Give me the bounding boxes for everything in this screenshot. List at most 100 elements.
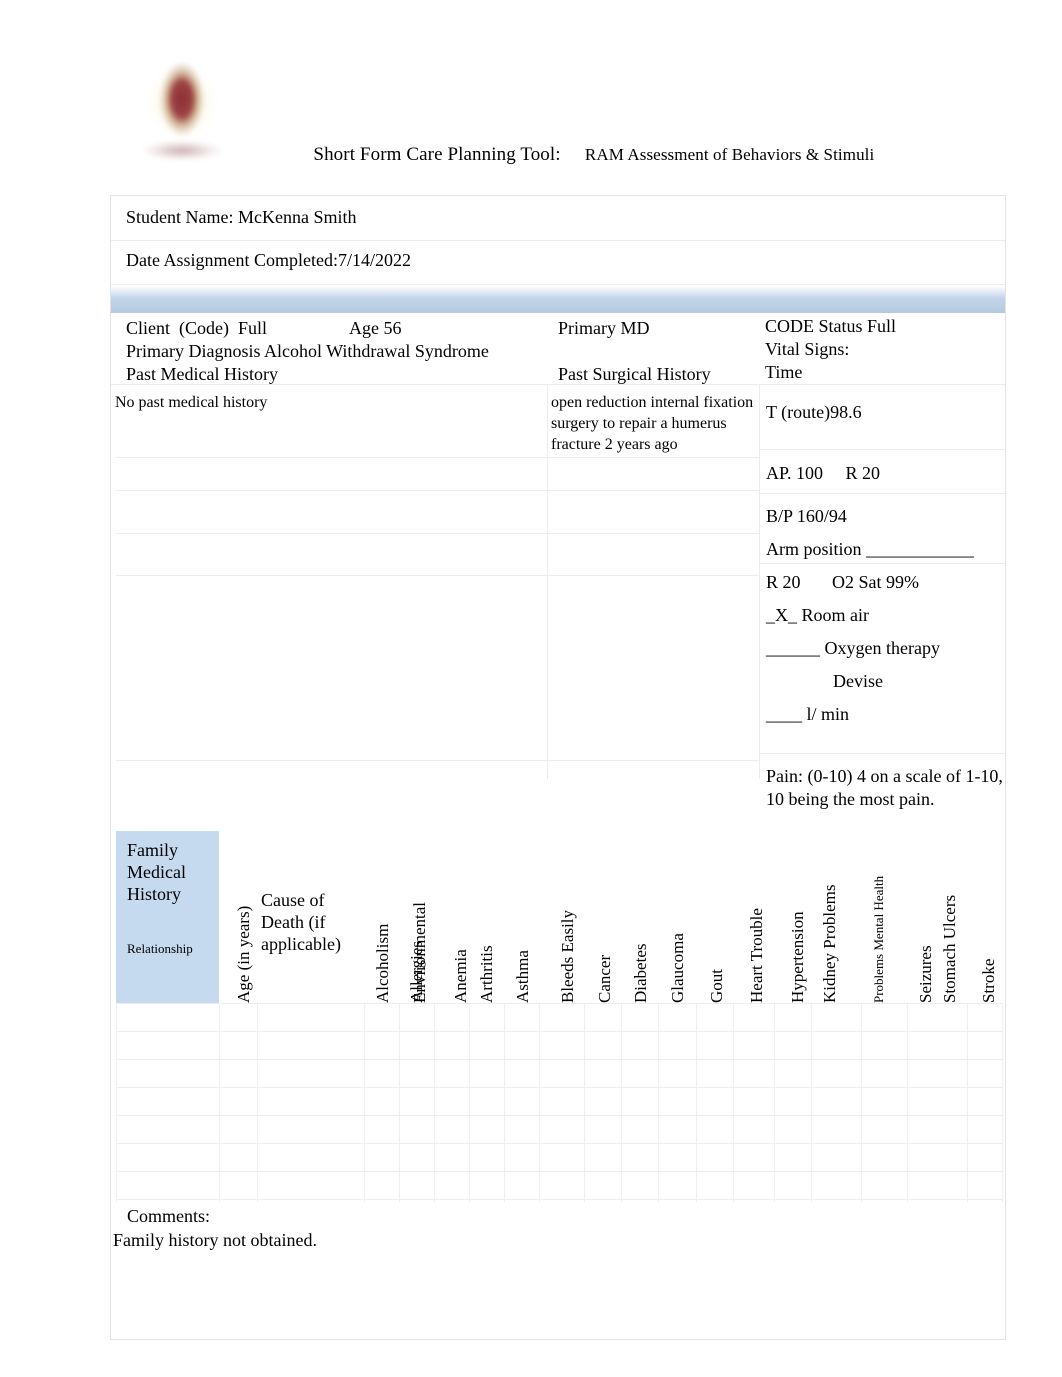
column-header-diabetes: Diabetes <box>631 943 650 1003</box>
time-label: Time <box>765 362 803 382</box>
table-column-divider <box>621 1003 622 1202</box>
divider <box>760 563 1007 564</box>
oxygen-therapy-field[interactable]: ______ Oxygen therapy <box>766 638 940 659</box>
divider <box>547 385 548 779</box>
divider <box>116 533 759 534</box>
table-column-divider <box>584 1003 585 1202</box>
table-row[interactable] <box>116 1199 1002 1200</box>
family-history-rows <box>111 1003 1005 1202</box>
table-column-divider <box>364 1003 365 1202</box>
client-info-band: Client (Code) Full Age 56 Primary MD COD… <box>111 313 1005 385</box>
column-header-age: Age (in years) <box>234 905 253 1003</box>
divider <box>760 753 1007 754</box>
family-history-header-row: Family Medical History Relationship Age … <box>111 831 1005 1003</box>
family-history-title: Family Medical History <box>127 840 186 904</box>
table-column-divider <box>219 1003 220 1202</box>
table-column-divider <box>116 1003 117 1202</box>
table-row[interactable] <box>116 1171 1002 1172</box>
room-air-checkbox[interactable]: _X_ Room air <box>766 605 869 626</box>
column-header-seizures: Seizures <box>916 945 935 1003</box>
history-body: No past medical history open reduction i… <box>111 385 1007 809</box>
divider <box>111 240 1005 241</box>
arm-position-field[interactable]: Arm position ____________ <box>766 539 974 560</box>
vital-signs-label: Vital Signs: <box>765 339 850 359</box>
table-row[interactable] <box>116 1059 1002 1060</box>
divider <box>116 490 759 491</box>
column-header-hypertension: Hypertension <box>788 911 807 1003</box>
table-column-divider <box>257 1003 258 1202</box>
table-column-divider <box>399 1003 400 1202</box>
table-row[interactable] <box>116 1031 1002 1032</box>
column-header-alcoholism: Alcoholism <box>373 923 392 1003</box>
column-header-glaucoma: Glaucoma <box>668 933 687 1003</box>
column-header-environmental: Environmental <box>410 901 429 1003</box>
column-header-heart-trouble: Heart Trouble <box>747 908 766 1003</box>
title-secondary: RAM Assessment of Behaviors & Stimuli <box>584 145 875 164</box>
family-history-title-cell: Family Medical History Relationship <box>116 831 219 1003</box>
column-header-gout: Gout <box>707 969 726 1003</box>
school-crest-logo <box>128 52 236 164</box>
table-row[interactable] <box>116 1143 1002 1144</box>
table-column-divider <box>1002 1003 1003 1202</box>
table-row[interactable] <box>116 1115 1002 1116</box>
date-completed-field[interactable]: Date Assignment Completed:7/14/2022 <box>126 250 411 271</box>
column-header-kidney-problems: Kidney Problems <box>820 884 839 1003</box>
vital-signs-column: T (route)98.6 AP. 100 R 20 B/P 160/94 Ar… <box>760 385 1007 809</box>
table-column-divider <box>658 1003 659 1202</box>
past-surgical-history-value[interactable]: open reduction internal fixation surgery… <box>551 392 756 455</box>
table-column-divider <box>696 1003 697 1202</box>
table-column-divider <box>539 1003 540 1202</box>
liters-per-minute-field[interactable]: ____ l/ min <box>766 704 849 725</box>
table-column-divider <box>811 1003 812 1202</box>
code-status-value: CODE Status Full <box>765 316 897 336</box>
table-column-divider <box>504 1003 505 1202</box>
document-header: Short Form Care Planning Tool: RAM Asses… <box>0 0 1062 185</box>
temperature-value[interactable]: T (route)98.6 <box>766 402 862 423</box>
table-column-divider <box>434 1003 435 1202</box>
column-header-arthritis: Arthritis <box>477 945 496 1003</box>
client-age-value: Age 56 <box>349 318 402 338</box>
section-banner <box>111 286 1005 313</box>
past-medical-history-label: Past Medical History <box>126 364 278 384</box>
comments-label: Comments: <box>127 1206 211 1226</box>
care-plan-form: Student Name: McKenna Smith Date Assignm… <box>110 195 1007 1340</box>
column-header-cause-of-death: Cause of Death (if applicable) <box>261 890 341 954</box>
apical-pulse-resp-value[interactable]: AP. 100 R 20 <box>766 463 880 484</box>
divider <box>116 760 759 761</box>
column-header-bleeds-easily: Bleeds Easily <box>558 909 577 1003</box>
column-header-stomach-ulcers: Stomach Ulcers <box>940 894 959 1003</box>
table-row[interactable] <box>116 1003 1002 1004</box>
comments-section: Comments: Family history not obtained. <box>111 1202 1005 1339</box>
column-header-stroke: Stroke <box>979 958 998 1003</box>
column-header-cancer: Cancer <box>595 954 614 1003</box>
table-row[interactable] <box>116 1087 1002 1088</box>
column-header-anemia: Anemia <box>451 949 470 1003</box>
primary-diagnosis-value: Primary Diagnosis Alcohol Withdrawal Syn… <box>126 341 489 361</box>
divider <box>116 575 759 576</box>
page-title: Short Form Care Planning Tool: RAM Asses… <box>294 122 874 188</box>
devise-label: Devise <box>833 671 883 691</box>
table-column-divider <box>967 1003 968 1202</box>
primary-md-label: Primary MD <box>558 318 650 338</box>
column-header-mental-health-problems: Problems Mental Health <box>871 875 886 1003</box>
comments-value[interactable]: Family history not obtained. <box>113 1230 317 1251</box>
table-column-divider <box>469 1003 470 1202</box>
client-code-label: Client (Code) Full <box>126 318 267 338</box>
student-name-field[interactable]: Student Name: McKenna Smith <box>126 207 356 228</box>
title-primary: Short Form Care Planning Tool: <box>313 144 561 165</box>
past-medical-history-value[interactable]: No past medical history <box>115 392 535 413</box>
divider <box>116 457 759 458</box>
past-surgical-history-label: Past Surgical History <box>558 364 711 384</box>
family-medical-history-table: Family Medical History Relationship Age … <box>111 779 1005 1202</box>
respiration-o2sat-value[interactable]: R 20 O2 Sat 99% <box>766 572 919 593</box>
table-column-divider <box>733 1003 734 1202</box>
table-column-divider <box>861 1003 862 1202</box>
table-column-divider <box>907 1003 908 1202</box>
column-header-asthma: Asthma <box>513 950 532 1003</box>
table-column-divider <box>774 1003 775 1202</box>
blood-pressure-value[interactable]: B/P 160/94 <box>766 506 847 527</box>
divider <box>760 493 1007 494</box>
relationship-label: Relationship <box>127 941 193 956</box>
divider <box>760 449 1007 450</box>
divider <box>111 284 1005 285</box>
